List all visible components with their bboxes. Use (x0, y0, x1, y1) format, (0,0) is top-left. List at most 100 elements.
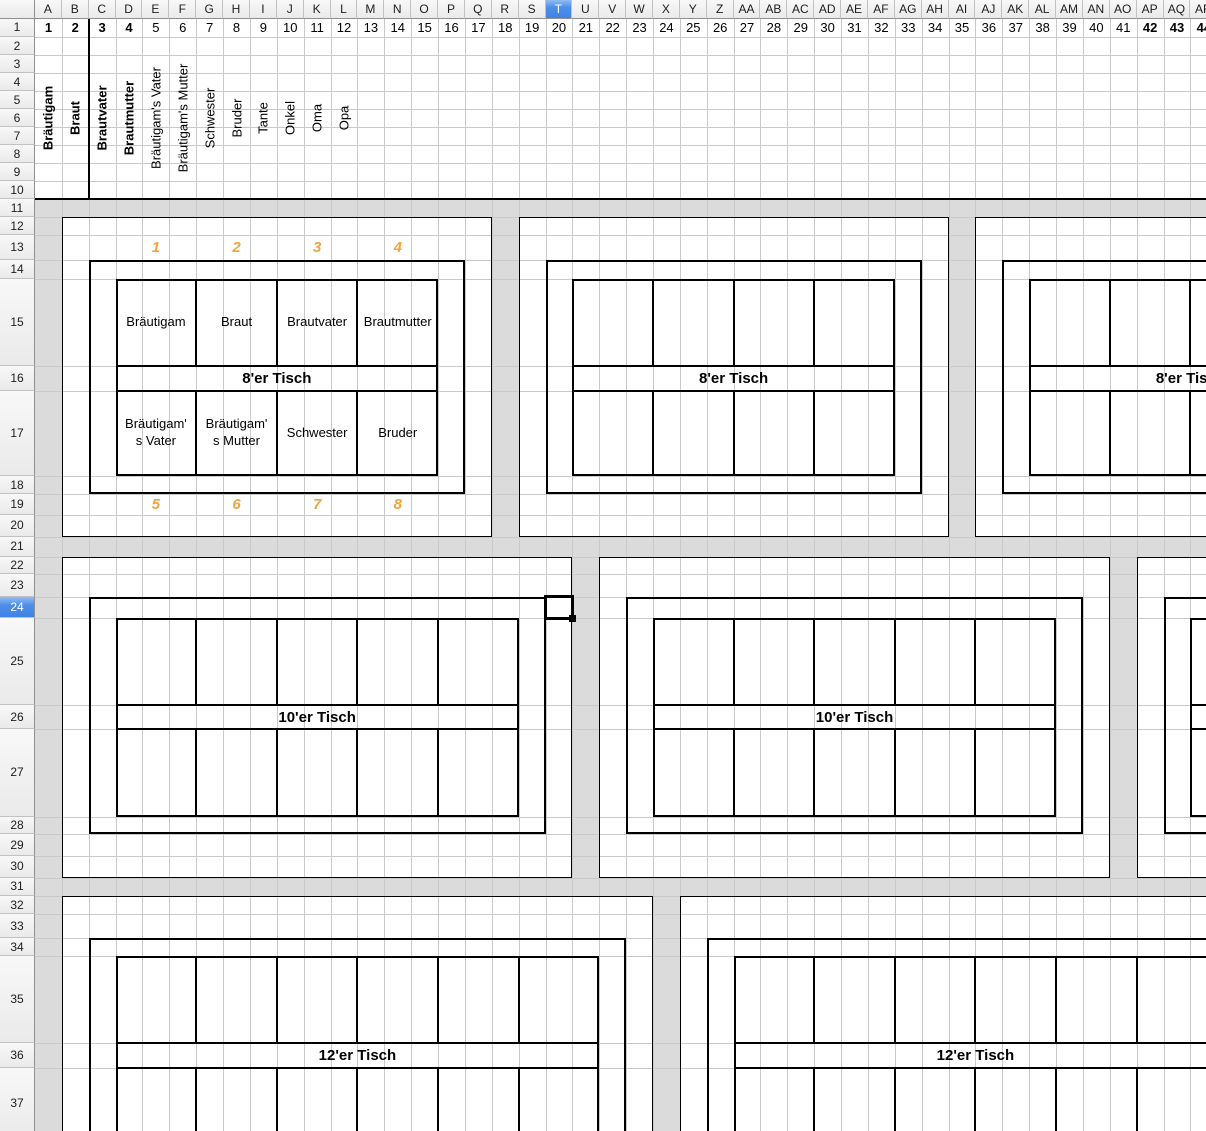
column-header-E[interactable]: E (142, 0, 169, 19)
cell-row1[interactable]: 16 (438, 19, 465, 37)
cell-row1[interactable]: 44 (1190, 19, 1206, 37)
seat[interactable] (196, 729, 277, 816)
seat[interactable] (814, 618, 895, 705)
cell-row1[interactable]: 26 (707, 19, 734, 37)
seat[interactable] (1190, 391, 1206, 476)
seat[interactable] (196, 956, 277, 1042)
seat[interactable] (975, 1068, 1056, 1131)
row-header-2[interactable]: 2 (0, 37, 35, 55)
seat[interactable] (1137, 956, 1206, 1042)
column-header-AL[interactable]: AL (1029, 0, 1056, 19)
seat[interactable] (1029, 391, 1110, 476)
seat[interactable] (196, 1068, 277, 1131)
row-header-16[interactable]: 16 (0, 366, 35, 391)
row-header-6[interactable]: 6 (0, 109, 35, 127)
row-header-5[interactable]: 5 (0, 91, 35, 109)
column-header-R[interactable]: R (492, 0, 519, 19)
cell-row1[interactable]: 28 (760, 19, 787, 37)
row-header-20[interactable]: 20 (0, 515, 35, 537)
cell-row1[interactable]: 17 (465, 19, 492, 37)
row-header-26[interactable]: 26 (0, 705, 35, 729)
cell-row1[interactable]: 35 (949, 19, 976, 37)
cell-row1[interactable]: 19 (519, 19, 546, 37)
column-header-B[interactable]: B (62, 0, 89, 19)
seat[interactable] (357, 618, 438, 705)
cell-row1[interactable]: 13 (357, 19, 384, 37)
seat[interactable] (438, 618, 519, 705)
seat[interactable] (814, 1068, 895, 1131)
row-header-37[interactable]: 37 (0, 1068, 35, 1131)
cell-row1[interactable]: 41 (1110, 19, 1137, 37)
row-header-14[interactable]: 14 (0, 260, 35, 279)
column-header-AJ[interactable]: AJ (975, 0, 1002, 19)
row-header-4[interactable]: 4 (0, 73, 35, 91)
seat[interactable] (277, 618, 358, 705)
column-header-F[interactable]: F (169, 0, 196, 19)
seat[interactable] (357, 1068, 438, 1131)
cell-row1[interactable]: 3 (89, 19, 116, 37)
seat[interactable] (277, 729, 358, 816)
column-header-AQ[interactable]: AQ (1164, 0, 1191, 19)
row-header-10[interactable]: 10 (0, 181, 35, 199)
row-header-33[interactable]: 33 (0, 914, 35, 938)
column-header-S[interactable]: S (519, 0, 546, 19)
row-header-25[interactable]: 25 (0, 618, 35, 705)
cell-row1[interactable]: 29 (787, 19, 814, 37)
column-header-L[interactable]: L (331, 0, 358, 19)
column-header-AM[interactable]: AM (1056, 0, 1083, 19)
seat[interactable] (653, 279, 734, 366)
seat[interactable] (734, 956, 815, 1042)
cell-row1[interactable]: 10 (277, 19, 304, 37)
cell-row1[interactable]: 7 (196, 19, 223, 37)
column-header-N[interactable]: N (384, 0, 411, 19)
cell-row1[interactable]: 43 (1164, 19, 1191, 37)
seat[interactable]: Bräutigam' s Mutter (196, 391, 277, 476)
row-header-27[interactable]: 27 (0, 729, 35, 816)
cell-row1[interactable]: 20 (546, 19, 573, 37)
cell-row1[interactable]: 23 (626, 19, 653, 37)
cell-row1[interactable]: 30 (814, 19, 841, 37)
seat[interactable]: Brautvater (277, 279, 358, 366)
cell-row1[interactable]: 25 (680, 19, 707, 37)
column-header-AD[interactable]: AD (814, 0, 841, 19)
cell-row1[interactable]: 36 (975, 19, 1002, 37)
row-header-32[interactable]: 32 (0, 896, 35, 914)
row-header-19[interactable]: 19 (0, 494, 35, 515)
cell-row1[interactable]: 38 (1029, 19, 1056, 37)
cell-row1[interactable]: 18 (492, 19, 519, 37)
cell-row1[interactable]: 12 (331, 19, 358, 37)
seat[interactable]: Braut (196, 279, 277, 366)
column-header-AG[interactable]: AG (895, 0, 922, 19)
seat[interactable] (653, 391, 734, 476)
row-header-34[interactable]: 34 (0, 938, 35, 956)
seat[interactable] (196, 618, 277, 705)
seat[interactable] (572, 391, 653, 476)
seat[interactable] (653, 618, 734, 705)
row-header-17[interactable]: 17 (0, 391, 35, 476)
seat[interactable] (357, 956, 438, 1042)
seat[interactable] (895, 1068, 976, 1131)
row-header-21[interactable]: 21 (0, 537, 35, 557)
row-header-22[interactable]: 22 (0, 557, 35, 575)
cell-row1[interactable]: 39 (1056, 19, 1083, 37)
seat[interactable] (116, 729, 197, 816)
column-header-D[interactable]: D (116, 0, 143, 19)
column-header-M[interactable]: M (357, 0, 384, 19)
cell-row1[interactable]: 11 (304, 19, 331, 37)
seat[interactable] (814, 279, 895, 366)
column-header-C[interactable]: C (89, 0, 116, 19)
seat[interactable]: Schwester (277, 391, 358, 476)
seat[interactable] (357, 729, 438, 816)
seat[interactable] (975, 618, 1056, 705)
row-header-31[interactable]: 31 (0, 878, 35, 897)
seat[interactable] (1190, 729, 1206, 816)
column-header-X[interactable]: X (653, 0, 680, 19)
seat[interactable] (116, 956, 197, 1042)
seat[interactable] (814, 729, 895, 816)
cell-row1[interactable]: 4 (116, 19, 143, 37)
cell-row1[interactable]: 6 (169, 19, 196, 37)
row-header-8[interactable]: 8 (0, 145, 35, 163)
cell-row1[interactable]: 33 (895, 19, 922, 37)
cell-row1[interactable]: 22 (599, 19, 626, 37)
column-header-AC[interactable]: AC (787, 0, 814, 19)
